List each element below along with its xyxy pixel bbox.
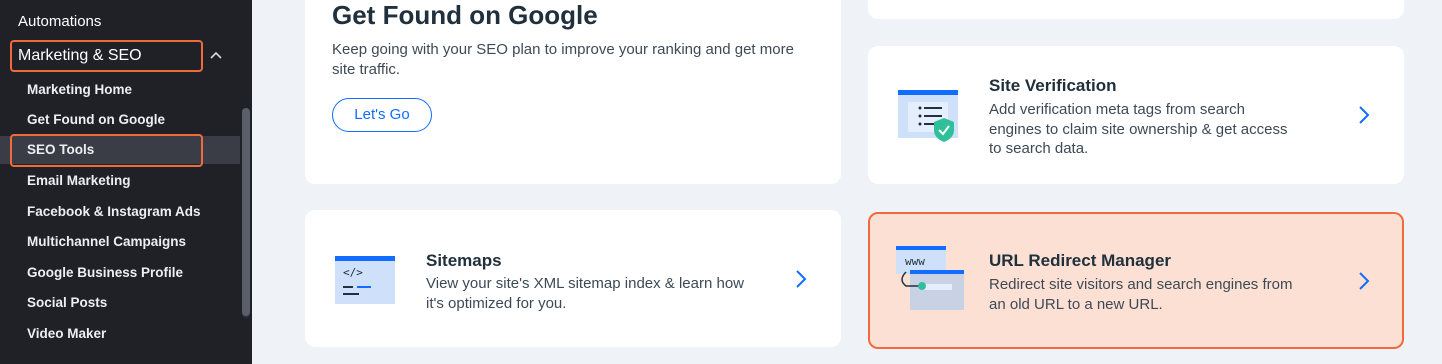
- url-redirect-manager-card[interactable]: www URL Redirect Manager Redirect site v…: [868, 212, 1404, 349]
- sidebar: Automations Marketing & SEO Marketing Ho…: [0, 0, 252, 364]
- sidebar-item-multichannel-campaigns[interactable]: Multichannel Campaigns: [0, 228, 240, 256]
- site-verification-description: Add verification meta tags from search e…: [989, 101, 1288, 157]
- site-verification-icon: [898, 90, 960, 149]
- sidebar-item-facebook-instagram-ads[interactable]: Facebook & Instagram Ads: [0, 198, 240, 226]
- site-verification-card[interactable]: Site Verification Add verification meta …: [868, 46, 1404, 184]
- sidebar-item-marketing-home[interactable]: Marketing Home: [0, 76, 240, 104]
- sidebar-item-email-marketing[interactable]: Email Marketing: [0, 167, 240, 195]
- sidebar-item-social-posts[interactable]: Social Posts: [0, 289, 240, 317]
- url-icon-text: www: [905, 255, 925, 268]
- chevron-right-icon[interactable]: [1356, 269, 1372, 293]
- sidebar-item-google-business-profile[interactable]: Google Business Profile: [0, 259, 240, 287]
- chevron-right-icon[interactable]: [793, 267, 809, 291]
- sidebar-scrollbar-thumb[interactable]: [242, 108, 250, 316]
- sitemaps-card[interactable]: </> Sitemaps View your site's XML sitema…: [305, 210, 841, 347]
- sitemaps-description: View your site's XML sitemap index & lea…: [426, 275, 745, 312]
- lets-go-button[interactable]: Let's Go: [332, 98, 432, 132]
- sidebar-item-automations[interactable]: Automations: [0, 8, 252, 36]
- chevron-up-icon[interactable]: [207, 46, 225, 64]
- url-redirect-icon: www: [896, 246, 966, 319]
- chevron-right-icon[interactable]: [1356, 103, 1372, 127]
- url-redirect-description: Redirect site visitors and search engine…: [989, 276, 1293, 313]
- get-found-on-google-card: Get Found on Google Keep going with your…: [305, 0, 841, 184]
- sitemap-code-icon: </>: [335, 256, 397, 311]
- previous-tool-card[interactable]: [868, 0, 1404, 19]
- active-item-highlight: [10, 134, 203, 167]
- hero-title: Get Found on Google: [332, 0, 598, 30]
- sidebar-item-video-maker[interactable]: Video Maker: [0, 320, 240, 348]
- sitemap-icon-text: </>: [343, 266, 363, 279]
- url-redirect-title: URL Redirect Manager: [989, 251, 1172, 270]
- hero-description: Keep going with your SEO plan to improve…: [332, 41, 794, 78]
- site-verification-title: Site Verification: [989, 76, 1117, 95]
- sidebar-section-marketing-seo[interactable]: Marketing & SEO: [10, 40, 203, 72]
- sitemaps-title: Sitemaps: [426, 251, 502, 270]
- sidebar-item-get-found-on-google[interactable]: Get Found on Google: [0, 106, 240, 134]
